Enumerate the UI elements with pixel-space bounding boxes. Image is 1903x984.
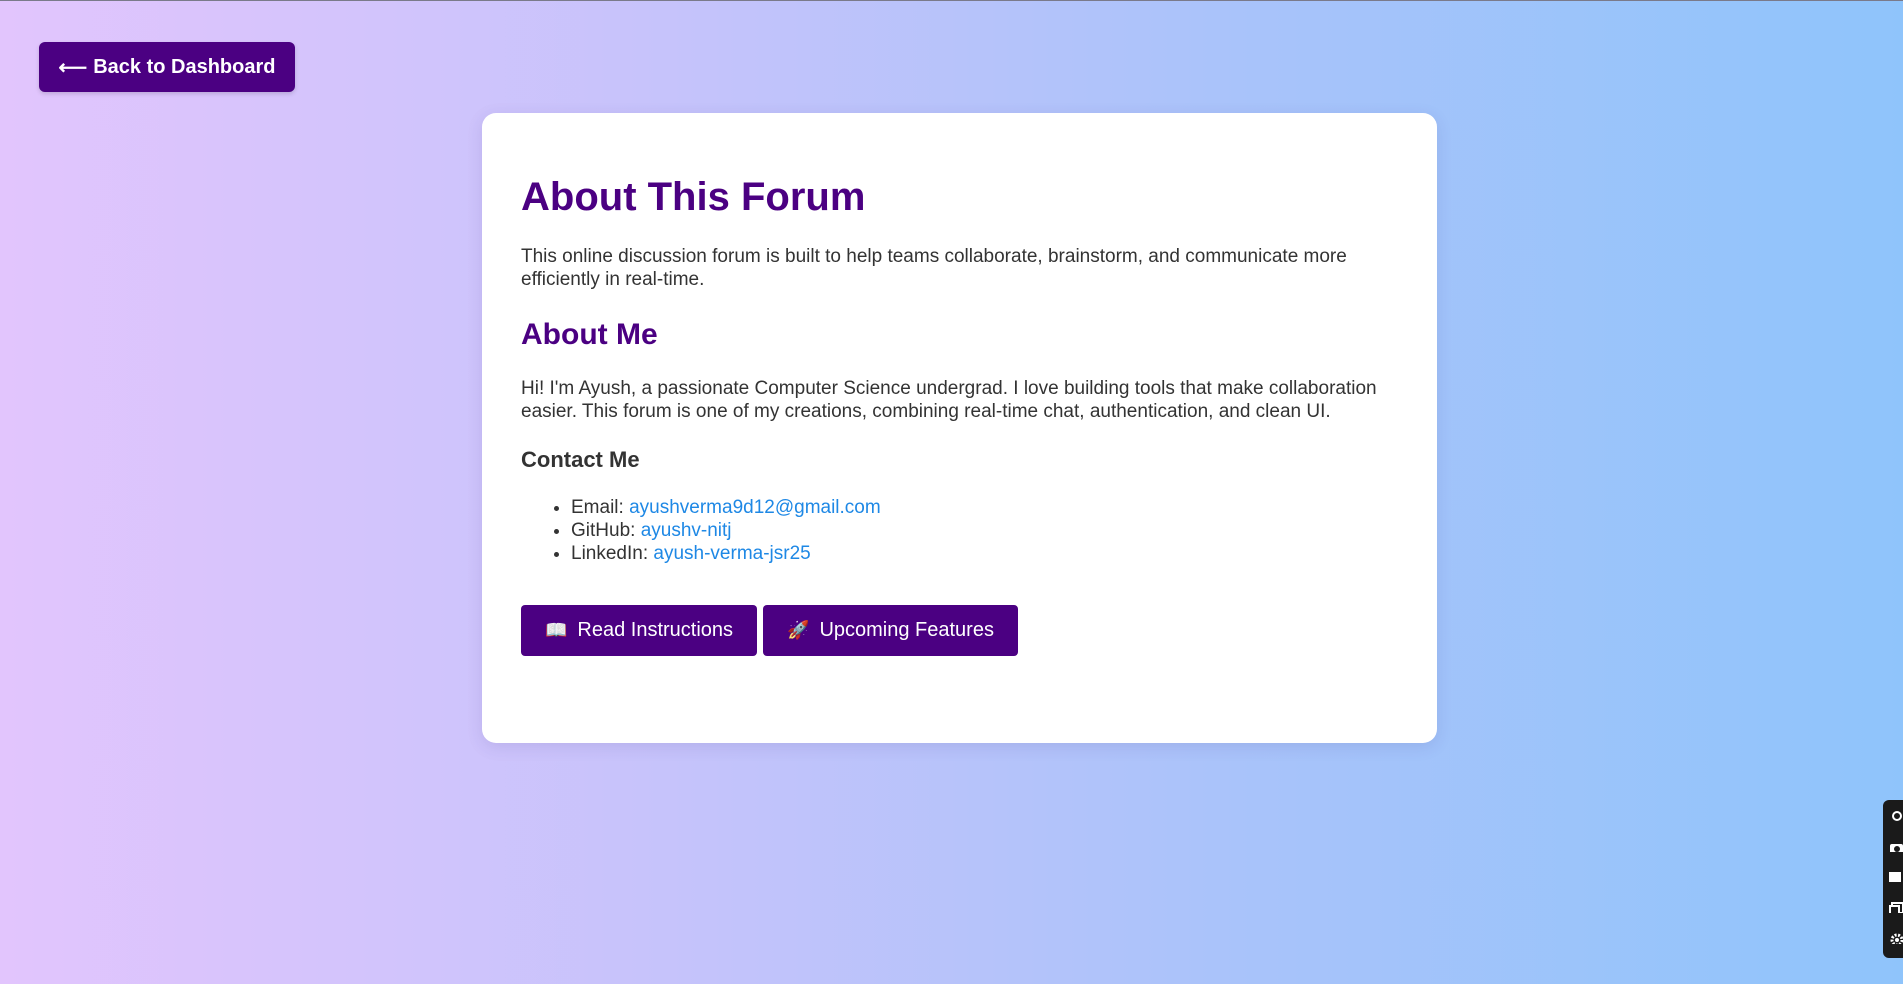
email-link[interactable]: ayushverma9d12@gmail.com <box>629 497 881 518</box>
read-instructions-button[interactable]: 📖 Read Instructions <box>521 605 757 657</box>
link-icon[interactable] <box>1889 810 1903 821</box>
contact-label: LinkedIn: <box>571 543 649 565</box>
back-button-label: Back to Dashboard <box>93 55 276 78</box>
contact-label: GitHub: <box>571 520 636 542</box>
read-instructions-label: Read Instructions <box>577 619 734 642</box>
contact-item-linkedin: LinkedIn: ayush-verma-jsr25 <box>571 542 1397 565</box>
side-toolbar <box>1883 800 1903 958</box>
window-icon[interactable] <box>1889 902 1903 914</box>
rocket-icon: 🚀 <box>787 620 810 641</box>
about-me-bio: Hi! I'm Ayush, a passionate Computer Sci… <box>521 378 1377 422</box>
contact-item-github: GitHub: ayushv-nitj <box>571 519 1397 542</box>
forum-description: This online discussion forum is built to… <box>521 246 1347 290</box>
github-link[interactable]: ayushv-nitj <box>641 520 732 541</box>
contact-list: Email: ayushverma9d12@gmail.com GitHub: … <box>521 496 1397 565</box>
upcoming-features-label: Upcoming Features <box>819 619 994 642</box>
square-icon[interactable] <box>1889 871 1903 883</box>
contact-item-email: Email: ayushverma9d12@gmail.com <box>571 496 1397 519</box>
about-me-heading: About Me <box>521 318 658 351</box>
page-title: About This Forum <box>521 175 866 219</box>
about-card: About This Forum This online discussion … <box>482 113 1437 743</box>
gear-icon[interactable] <box>1889 933 1903 944</box>
book-icon: 📖 <box>544 620 568 641</box>
action-buttons: 📖 Read Instructions 🚀 Upcoming Features <box>521 605 1397 657</box>
camera-icon[interactable] <box>1889 841 1903 852</box>
upcoming-features-button[interactable]: 🚀 Upcoming Features <box>763 605 1018 657</box>
arrow-left-icon: ⟵ <box>58 56 88 79</box>
back-to-dashboard-button[interactable]: ⟵ Back to Dashboard <box>39 42 295 92</box>
contact-heading: Contact Me <box>521 447 640 472</box>
linkedin-link[interactable]: ayush-verma-jsr25 <box>653 543 810 564</box>
contact-label: Email: <box>571 497 624 519</box>
